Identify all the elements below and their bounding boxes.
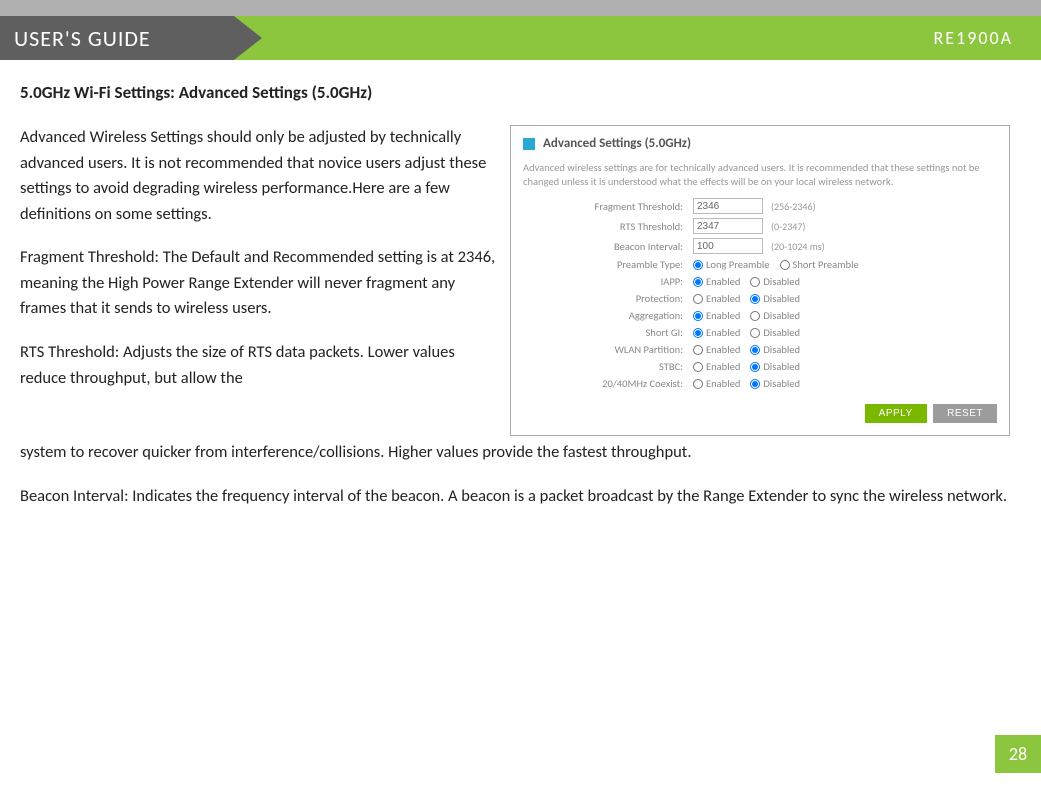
panel-title: Advanced Settings (5.0GHz) <box>543 136 691 151</box>
iapp-row: IAPP: Enabled Disabled <box>523 275 997 288</box>
fragment-paragraph: Fragment Threshold: The Default and Reco… <box>20 245 496 322</box>
fragment-row: Fragment Threshold: (256-2346) <box>523 198 997 214</box>
fragment-input[interactable] <box>693 198 763 214</box>
protection-enabled-label: Enabled <box>706 292 740 305</box>
rts-hint: (0-2347) <box>771 220 805 233</box>
preamble-short-radio[interactable] <box>780 260 790 270</box>
apply-button[interactable]: APPLY <box>865 404 927 423</box>
iapp-disabled-radio[interactable] <box>750 277 760 287</box>
shortgi-enabled-radio[interactable] <box>693 328 703 338</box>
rts-input[interactable] <box>693 218 763 234</box>
guide-title: USER'S GUIDE <box>0 16 234 60</box>
page-number: 28 <box>995 735 1041 773</box>
iapp-disabled-label: Disabled <box>763 275 800 288</box>
aggregation-enabled-label: Enabled <box>706 309 740 322</box>
fragment-label: Fragment Threshold: <box>523 200 693 213</box>
aggregation-row: Aggregation: Enabled Disabled <box>523 309 997 322</box>
wlanpart-enabled-radio[interactable] <box>693 345 703 355</box>
coexist-row: 20/40MHz Coexist: Enabled Disabled <box>523 377 997 390</box>
model-band: RE1900A <box>234 16 1041 60</box>
top-bar <box>0 0 1041 16</box>
panel-description: Advanced wireless settings are for techn… <box>523 161 997 188</box>
beacon-label: Beacon Interval: <box>523 240 693 253</box>
wlanpart-disabled-radio[interactable] <box>750 345 760 355</box>
shortgi-enabled-label: Enabled <box>706 326 740 339</box>
coexist-disabled-label: Disabled <box>763 377 800 390</box>
aggregation-label: Aggregation: <box>523 309 693 322</box>
rts-paragraph-part1: RTS Threshold: Adjusts the size of RTS d… <box>20 340 496 391</box>
settings-panel: Advanced Settings (5.0GHz) Advanced wire… <box>510 125 1010 436</box>
iapp-enabled-label: Enabled <box>706 275 740 288</box>
stbc-disabled-radio[interactable] <box>750 362 760 372</box>
rts-label: RTS Threshold: <box>523 220 693 233</box>
rts-paragraph-part2: system to recover quicker from interfere… <box>20 440 1021 466</box>
coexist-enabled-label: Enabled <box>706 377 740 390</box>
stbc-disabled-label: Disabled <box>763 360 800 373</box>
preamble-long-label: Long Preamble <box>706 258 770 271</box>
protection-disabled-radio[interactable] <box>750 294 760 304</box>
protection-disabled-label: Disabled <box>763 292 800 305</box>
stbc-label: STBC: <box>523 360 693 373</box>
shortgi-disabled-label: Disabled <box>763 326 800 339</box>
preamble-short-label: Short Preamble <box>793 258 859 271</box>
beacon-hint: (20-1024 ms) <box>771 240 825 253</box>
header: USER'S GUIDE RE1900A <box>0 16 1041 60</box>
preamble-label: Preamble Type: <box>523 258 693 271</box>
coexist-label: 20/40MHz Coexist: <box>523 377 693 390</box>
wlanpart-enabled-label: Enabled <box>706 343 740 356</box>
aggregation-enabled-radio[interactable] <box>693 311 703 321</box>
beacon-row: Beacon Interval: (20-1024 ms) <box>523 238 997 254</box>
shortgi-disabled-radio[interactable] <box>750 328 760 338</box>
preamble-long-radio[interactable] <box>693 260 703 270</box>
protection-row: Protection: Enabled Disabled <box>523 292 997 305</box>
rts-row: RTS Threshold: (0-2347) <box>523 218 997 234</box>
beacon-input[interactable] <box>693 238 763 254</box>
preamble-row: Preamble Type: Long Preamble Short Pream… <box>523 258 997 271</box>
model-label: RE1900A <box>934 27 1013 49</box>
fragment-hint: (256-2346) <box>771 200 816 213</box>
aggregation-disabled-label: Disabled <box>763 309 800 322</box>
intro-paragraph: Advanced Wireless Settings should only b… <box>20 125 496 227</box>
coexist-enabled-radio[interactable] <box>693 379 703 389</box>
protection-enabled-radio[interactable] <box>693 294 703 304</box>
beacon-paragraph: Beacon Interval: Indicates the frequency… <box>20 484 1021 510</box>
coexist-disabled-radio[interactable] <box>750 379 760 389</box>
reset-button[interactable]: RESET <box>933 404 997 423</box>
stbc-enabled-radio[interactable] <box>693 362 703 372</box>
iapp-enabled-radio[interactable] <box>693 277 703 287</box>
wlanpart-disabled-label: Disabled <box>763 343 800 356</box>
shortgi-row: Short GI: Enabled Disabled <box>523 326 997 339</box>
panel-icon <box>523 138 535 150</box>
wlanpart-label: WLAN Partition: <box>523 343 693 356</box>
stbc-enabled-label: Enabled <box>706 360 740 373</box>
section-title: 5.0GHz Wi-Fi Settings: Advanced Settings… <box>20 82 1021 103</box>
wlanpart-row: WLAN Partition: Enabled Disabled <box>523 343 997 356</box>
aggregation-disabled-radio[interactable] <box>750 311 760 321</box>
stbc-row: STBC: Enabled Disabled <box>523 360 997 373</box>
shortgi-label: Short GI: <box>523 326 693 339</box>
iapp-label: IAPP: <box>523 275 693 288</box>
protection-label: Protection: <box>523 292 693 305</box>
